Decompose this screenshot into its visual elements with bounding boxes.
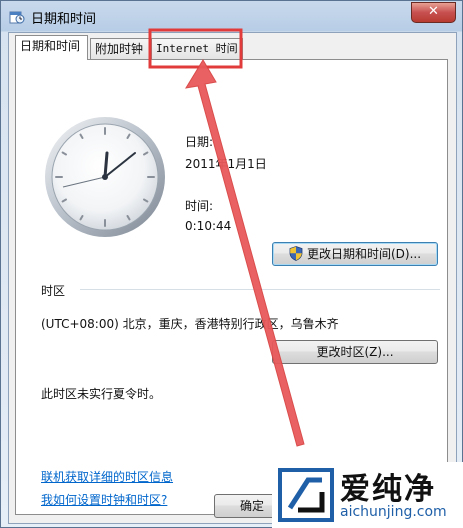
watermark-url: aichunjing.com bbox=[340, 504, 447, 520]
watermark-logo-icon bbox=[278, 468, 334, 522]
highlight-box bbox=[148, 28, 243, 69]
watermark: 爱纯净 aichunjing.com bbox=[272, 462, 463, 528]
tab-date-time[interactable]: 日期和时间 bbox=[15, 35, 88, 60]
tab-label: 日期和时间 bbox=[20, 39, 81, 53]
watermark-brand: 爱纯净 bbox=[340, 472, 436, 507]
annotation-arrow bbox=[185, 59, 305, 447]
annotation-overlay bbox=[148, 28, 305, 447]
